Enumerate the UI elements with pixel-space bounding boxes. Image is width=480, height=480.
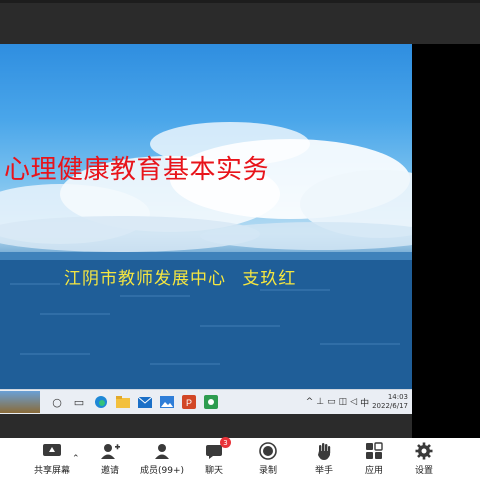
ime-icon[interactable]: 中 bbox=[360, 396, 369, 409]
hand-icon bbox=[313, 442, 335, 460]
share-screen-label: 共享屏幕 bbox=[33, 466, 70, 476]
clock-date: 2022/6/17 bbox=[372, 402, 408, 410]
volume-icon[interactable]: ◁ bbox=[350, 397, 357, 407]
right-black-pane bbox=[412, 44, 480, 438]
top-dark-strip bbox=[0, 3, 480, 47]
record-icon bbox=[257, 442, 279, 460]
gear-icon bbox=[413, 442, 435, 460]
chat-unread-badge: 3 bbox=[220, 437, 231, 448]
record-label: 录制 bbox=[258, 466, 277, 476]
share-options-caret-icon[interactable]: ⌃ bbox=[72, 454, 80, 464]
taskbar-app-thumbnail[interactable] bbox=[0, 391, 40, 413]
file-explorer-icon[interactable] bbox=[112, 391, 134, 413]
photos-icon[interactable] bbox=[156, 391, 178, 413]
slide-title: 心理健康教育基本实务 bbox=[4, 155, 270, 185]
clock[interactable]: 14:03 2022/6/17 bbox=[372, 393, 408, 411]
participants-button[interactable]: 成员(99+) bbox=[138, 438, 186, 480]
network-icon[interactable]: ◫ bbox=[339, 397, 348, 407]
chat-icon: 3 bbox=[203, 437, 231, 460]
participants-label: 成员(99+) bbox=[139, 466, 185, 476]
apps-grid-icon bbox=[363, 442, 385, 460]
apps-label: 应用 bbox=[364, 466, 383, 476]
mail-icon[interactable] bbox=[134, 391, 156, 413]
invite-button[interactable]: 邀请 bbox=[96, 438, 124, 480]
share-screen-button[interactable]: 共享屏幕 bbox=[30, 438, 74, 480]
slide-subtitle: 江阴市教师发展中心 支玖红 bbox=[64, 269, 297, 289]
raise-hand-button[interactable]: 举手 bbox=[310, 438, 338, 480]
settings-button[interactable]: 设置 bbox=[410, 438, 438, 480]
invite-label: 邀请 bbox=[100, 466, 119, 476]
pin-icon[interactable]: ⊥ bbox=[316, 397, 324, 407]
battery-icon[interactable]: ▭ bbox=[327, 397, 336, 407]
svg-text:P: P bbox=[186, 398, 192, 408]
record-button[interactable]: 录制 bbox=[254, 438, 282, 480]
windows-taskbar: ○ ▭ P ^ ⊥ ▭ ◫ ◁ 中 14:03 2022/6/17 bbox=[0, 389, 412, 414]
settings-label: 设置 bbox=[414, 466, 433, 476]
task-view-icon[interactable]: ▭ bbox=[68, 391, 90, 413]
presentation-slide: 心理健康教育基本实务 江阴市教师发展中心 支玖红 bbox=[0, 44, 412, 389]
clock-time: 14:03 bbox=[387, 393, 408, 401]
chevron-up-icon[interactable]: ^ bbox=[306, 397, 314, 407]
meeting-app-icon[interactable] bbox=[200, 391, 222, 413]
share-screen-icon bbox=[41, 442, 63, 460]
chat-label: 聊天 bbox=[204, 466, 223, 476]
powerpoint-icon[interactable]: P bbox=[178, 391, 200, 413]
add-person-icon bbox=[99, 442, 121, 460]
edge-browser-icon[interactable] bbox=[90, 391, 112, 413]
slide-background-art bbox=[0, 122, 412, 389]
search-circle-icon[interactable]: ○ bbox=[46, 391, 68, 413]
chat-button[interactable]: 3 聊天 bbox=[200, 437, 231, 480]
apps-button[interactable]: 应用 bbox=[360, 438, 388, 480]
raise-hand-label: 举手 bbox=[314, 466, 333, 476]
person-icon bbox=[151, 442, 173, 460]
system-tray: ^ ⊥ ▭ ◫ ◁ 中 14:03 2022/6/17 bbox=[306, 393, 412, 411]
